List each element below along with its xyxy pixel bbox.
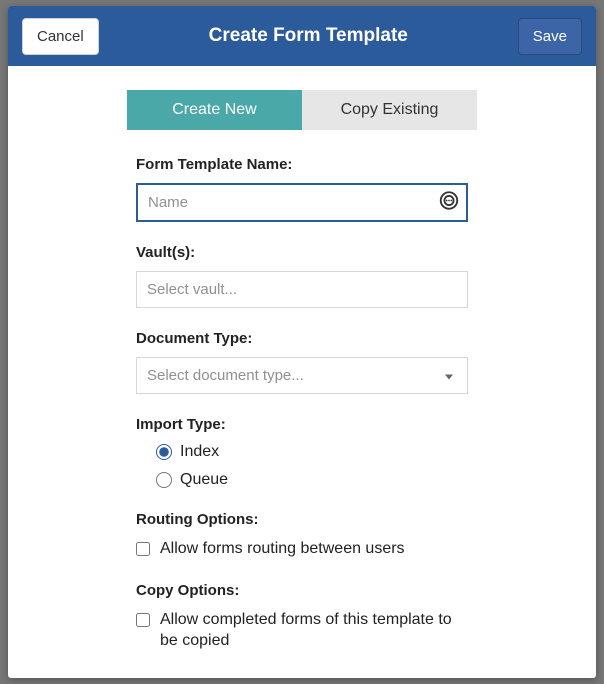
tab-create-new[interactable]: Create New: [127, 90, 302, 130]
field-copy: Copy Options: Allow completed forms of t…: [136, 582, 468, 652]
tab-copy-existing[interactable]: Copy Existing: [302, 90, 477, 130]
routing-checkbox[interactable]: [136, 542, 150, 556]
import-type-label: Import Type:: [136, 416, 468, 433]
cancel-button[interactable]: Cancel: [22, 18, 99, 55]
copy-checkbox-label: Allow completed forms of this template t…: [160, 609, 468, 652]
doctype-select[interactable]: Select document type...: [136, 357, 468, 394]
create-form-template-modal: Cancel Create Form Template Save Create …: [8, 6, 596, 678]
name-label: Form Template Name:: [136, 156, 468, 173]
modal-title: Create Form Template: [209, 25, 408, 47]
speech-icon: [438, 189, 460, 216]
field-routing: Routing Options: Allow forms routing bet…: [136, 511, 468, 560]
form-section: Form Template Name: Vault: [40, 156, 564, 652]
routing-checkbox-label: Allow forms routing between users: [160, 538, 468, 560]
doctype-label: Document Type:: [136, 330, 468, 347]
field-doctype: Document Type: Select document type...: [136, 330, 468, 394]
copy-checkbox[interactable]: [136, 613, 150, 627]
save-button[interactable]: Save: [518, 18, 582, 55]
field-import-type: Import Type: Index Queue: [136, 416, 468, 489]
field-name: Form Template Name:: [136, 156, 468, 222]
modal-header: Cancel Create Form Template Save: [8, 6, 596, 66]
import-queue-radio[interactable]: [156, 472, 172, 488]
field-vault: Vault(s): Select vault...: [136, 244, 468, 308]
import-index-radio[interactable]: [156, 444, 172, 460]
tab-bar: Create New Copy Existing: [127, 90, 477, 130]
import-queue-label: Queue: [180, 471, 228, 489]
modal-body: Create New Copy Existing Form Template N…: [8, 66, 596, 678]
vault-select[interactable]: Select vault...: [136, 271, 468, 308]
copy-label: Copy Options:: [136, 582, 468, 599]
import-index-label: Index: [180, 443, 219, 461]
name-input[interactable]: [136, 183, 468, 222]
routing-label: Routing Options:: [136, 511, 468, 528]
vault-label: Vault(s):: [136, 244, 468, 261]
